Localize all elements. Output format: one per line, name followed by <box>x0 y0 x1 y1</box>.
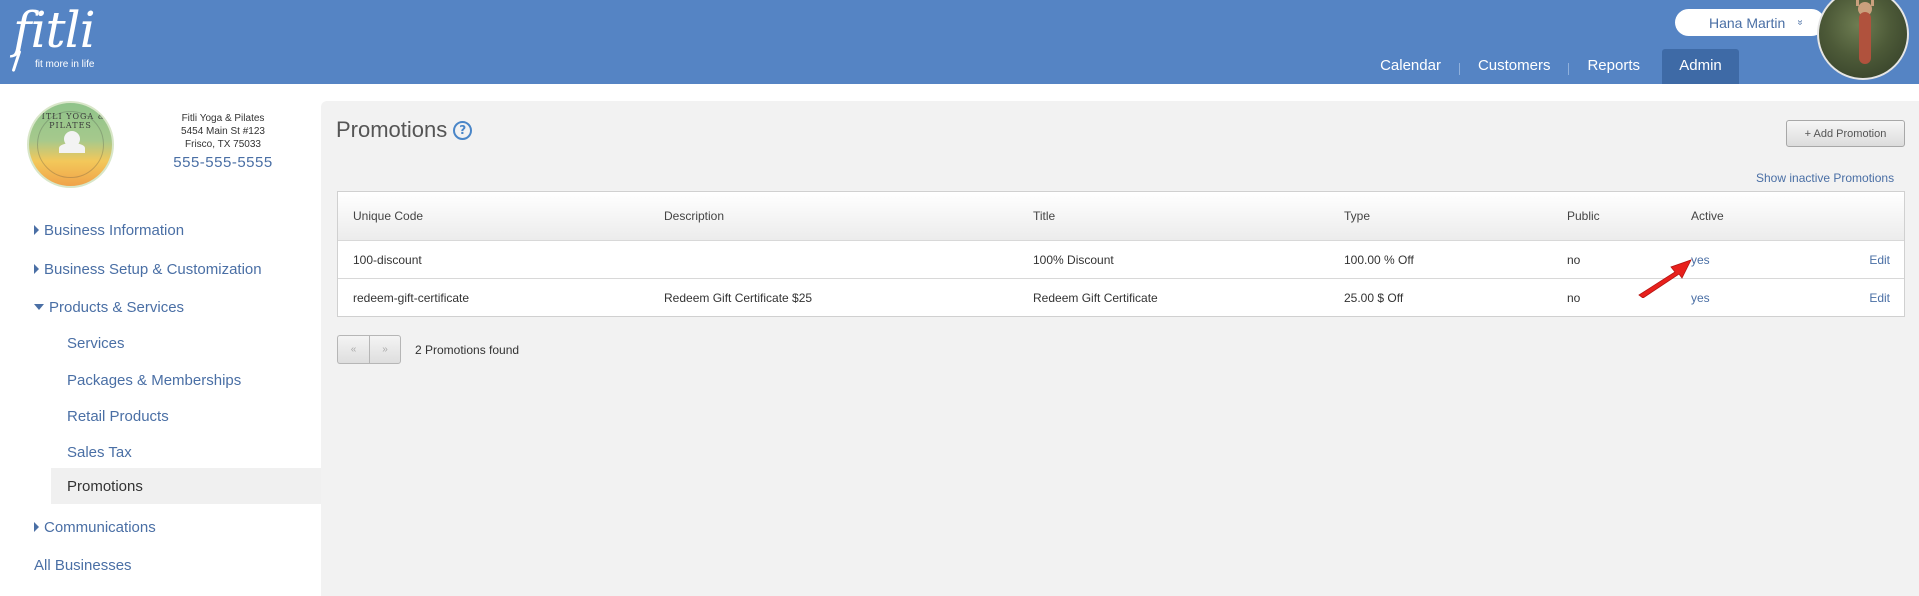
caret-down-icon <box>34 304 44 310</box>
nav-admin[interactable]: Admin <box>1662 49 1739 84</box>
avatar[interactable] <box>1817 0 1909 80</box>
sidebar-item-packages-memberships[interactable]: Packages & Memberships <box>0 362 321 398</box>
business-address-line1: 5454 Main St #123 <box>181 126 265 137</box>
sidebar-item-label: Communications <box>44 518 156 536</box>
sidebar-item-sales-tax[interactable]: Sales Tax <box>0 434 321 470</box>
page-title: Promotions ? <box>336 117 473 143</box>
edit-link[interactable]: Edit <box>1869 241 1890 278</box>
top-header: fitli fit more in life Hana Martin » Cal… <box>0 0 1919 84</box>
column-header-unique-code[interactable]: Unique Code <box>353 192 423 240</box>
sidebar-item-promotions[interactable]: Promotions <box>51 468 321 504</box>
promotions-table: Unique Code Description Title Type Publi… <box>337 191 1905 317</box>
cell-public: no <box>1567 252 1581 267</box>
annotation-arrow-shape <box>1638 259 1692 298</box>
cell-code: redeem-gift-certificate <box>353 290 470 305</box>
nav-customers[interactable]: Customers <box>1478 49 1551 84</box>
nav-divider <box>1458 63 1460 75</box>
cell-title: 100% Discount <box>1033 252 1114 267</box>
help-icon[interactable]: ? <box>453 120 473 140</box>
main-nav: Calendar Customers Reports Admin <box>1380 49 1739 84</box>
caret-right-icon <box>34 264 39 274</box>
cell-description: Redeem Gift Certificate $25 <box>664 290 813 305</box>
caret-right-icon <box>34 225 39 235</box>
chevron-down-icon: » <box>1794 19 1806 26</box>
sidebar-item-services[interactable]: Services <box>0 325 321 361</box>
cell-title: Redeem Gift Certificate <box>1033 290 1158 305</box>
cell-public: no <box>1567 290 1581 305</box>
business-logo: FITLI YOGA & PILATES <box>27 101 114 188</box>
logo-word: fitli <box>13 1 96 59</box>
nav-divider <box>1568 63 1570 75</box>
show-inactive-link[interactable]: Show inactive Promotions <box>1756 171 1894 185</box>
sidebar: FITLI YOGA & PILATES Fitli Yoga & Pilate… <box>0 84 321 596</box>
sidebar-item-products-services[interactable]: Products & Services <box>0 289 321 325</box>
avatar-figure-body <box>1859 12 1871 64</box>
cell-code: 100-discount <box>353 252 422 267</box>
business-phone[interactable]: 555-555-5555 <box>167 154 279 171</box>
pager-next-button[interactable]: » <box>369 335 401 364</box>
fitli-logo[interactable]: fitli fit more in life <box>11 1 96 72</box>
column-header-type[interactable]: Type <box>1344 192 1370 240</box>
sidebar-item-business-setup[interactable]: Business Setup & Customization <box>0 251 321 287</box>
table-header-row: Unique Code Description Title Type Publi… <box>338 192 1904 240</box>
main-content: Promotions ? + Add Promotion Show inacti… <box>321 101 1919 596</box>
cell-type: 25.00 $ Off <box>1344 290 1404 305</box>
sidebar-item-all-businesses[interactable]: All Businesses <box>0 547 321 583</box>
sidebar-item-communications[interactable]: Communications <box>0 509 321 545</box>
nav-reports[interactable]: Reports <box>1587 49 1640 84</box>
annotation-arrow-icon <box>1638 259 1692 298</box>
sidebar-item-label: Business Setup & Customization <box>44 260 262 278</box>
cell-type: 100.00 % Off <box>1344 252 1414 267</box>
column-header-active[interactable]: Active <box>1691 192 1724 240</box>
column-header-public[interactable]: Public <box>1567 192 1600 240</box>
logo-figure-body <box>59 143 85 153</box>
column-header-title[interactable]: Title <box>1033 192 1055 240</box>
business-logo-text: FITLI YOGA & PILATES <box>35 112 106 130</box>
active-toggle-link[interactable]: yes <box>1691 279 1710 316</box>
results-count: 2 Promotions found <box>415 342 520 357</box>
user-name: Hana Martin <box>1709 14 1786 31</box>
sidebar-item-label: Products & Services <box>49 298 185 316</box>
pagination: « » 2 Promotions found <box>337 335 519 364</box>
pager-prev-button[interactable]: « <box>337 335 369 364</box>
user-menu-button[interactable]: Hana Martin » <box>1675 9 1825 36</box>
nav-calendar[interactable]: Calendar <box>1380 49 1441 84</box>
business-address-line2: Frisco, TX 75033 <box>185 139 261 150</box>
business-name: Fitli Yoga & Pilates <box>181 113 265 124</box>
edit-link[interactable]: Edit <box>1869 279 1890 316</box>
sidebar-item-business-information[interactable]: Business Information <box>0 212 321 248</box>
column-header-description[interactable]: Description <box>664 192 724 240</box>
logo-tagline: fit more in life <box>35 59 95 70</box>
business-info: Fitli Yoga & Pilates 5454 Main St #123 F… <box>167 112 279 171</box>
page-title-text: Promotions <box>336 117 448 142</box>
sidebar-item-retail-products[interactable]: Retail Products <box>0 398 321 434</box>
add-promotion-button[interactable]: + Add Promotion <box>1786 120 1905 147</box>
caret-right-icon <box>34 522 39 532</box>
sidebar-item-label: Business Information <box>44 221 185 239</box>
active-toggle-link[interactable]: yes <box>1691 241 1710 278</box>
